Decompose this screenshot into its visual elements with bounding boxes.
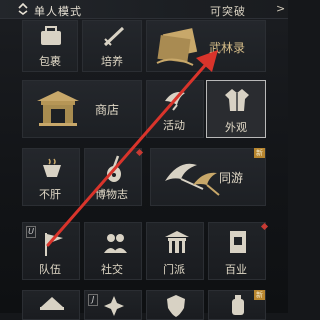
annotation-arrow — [46, 50, 218, 247]
